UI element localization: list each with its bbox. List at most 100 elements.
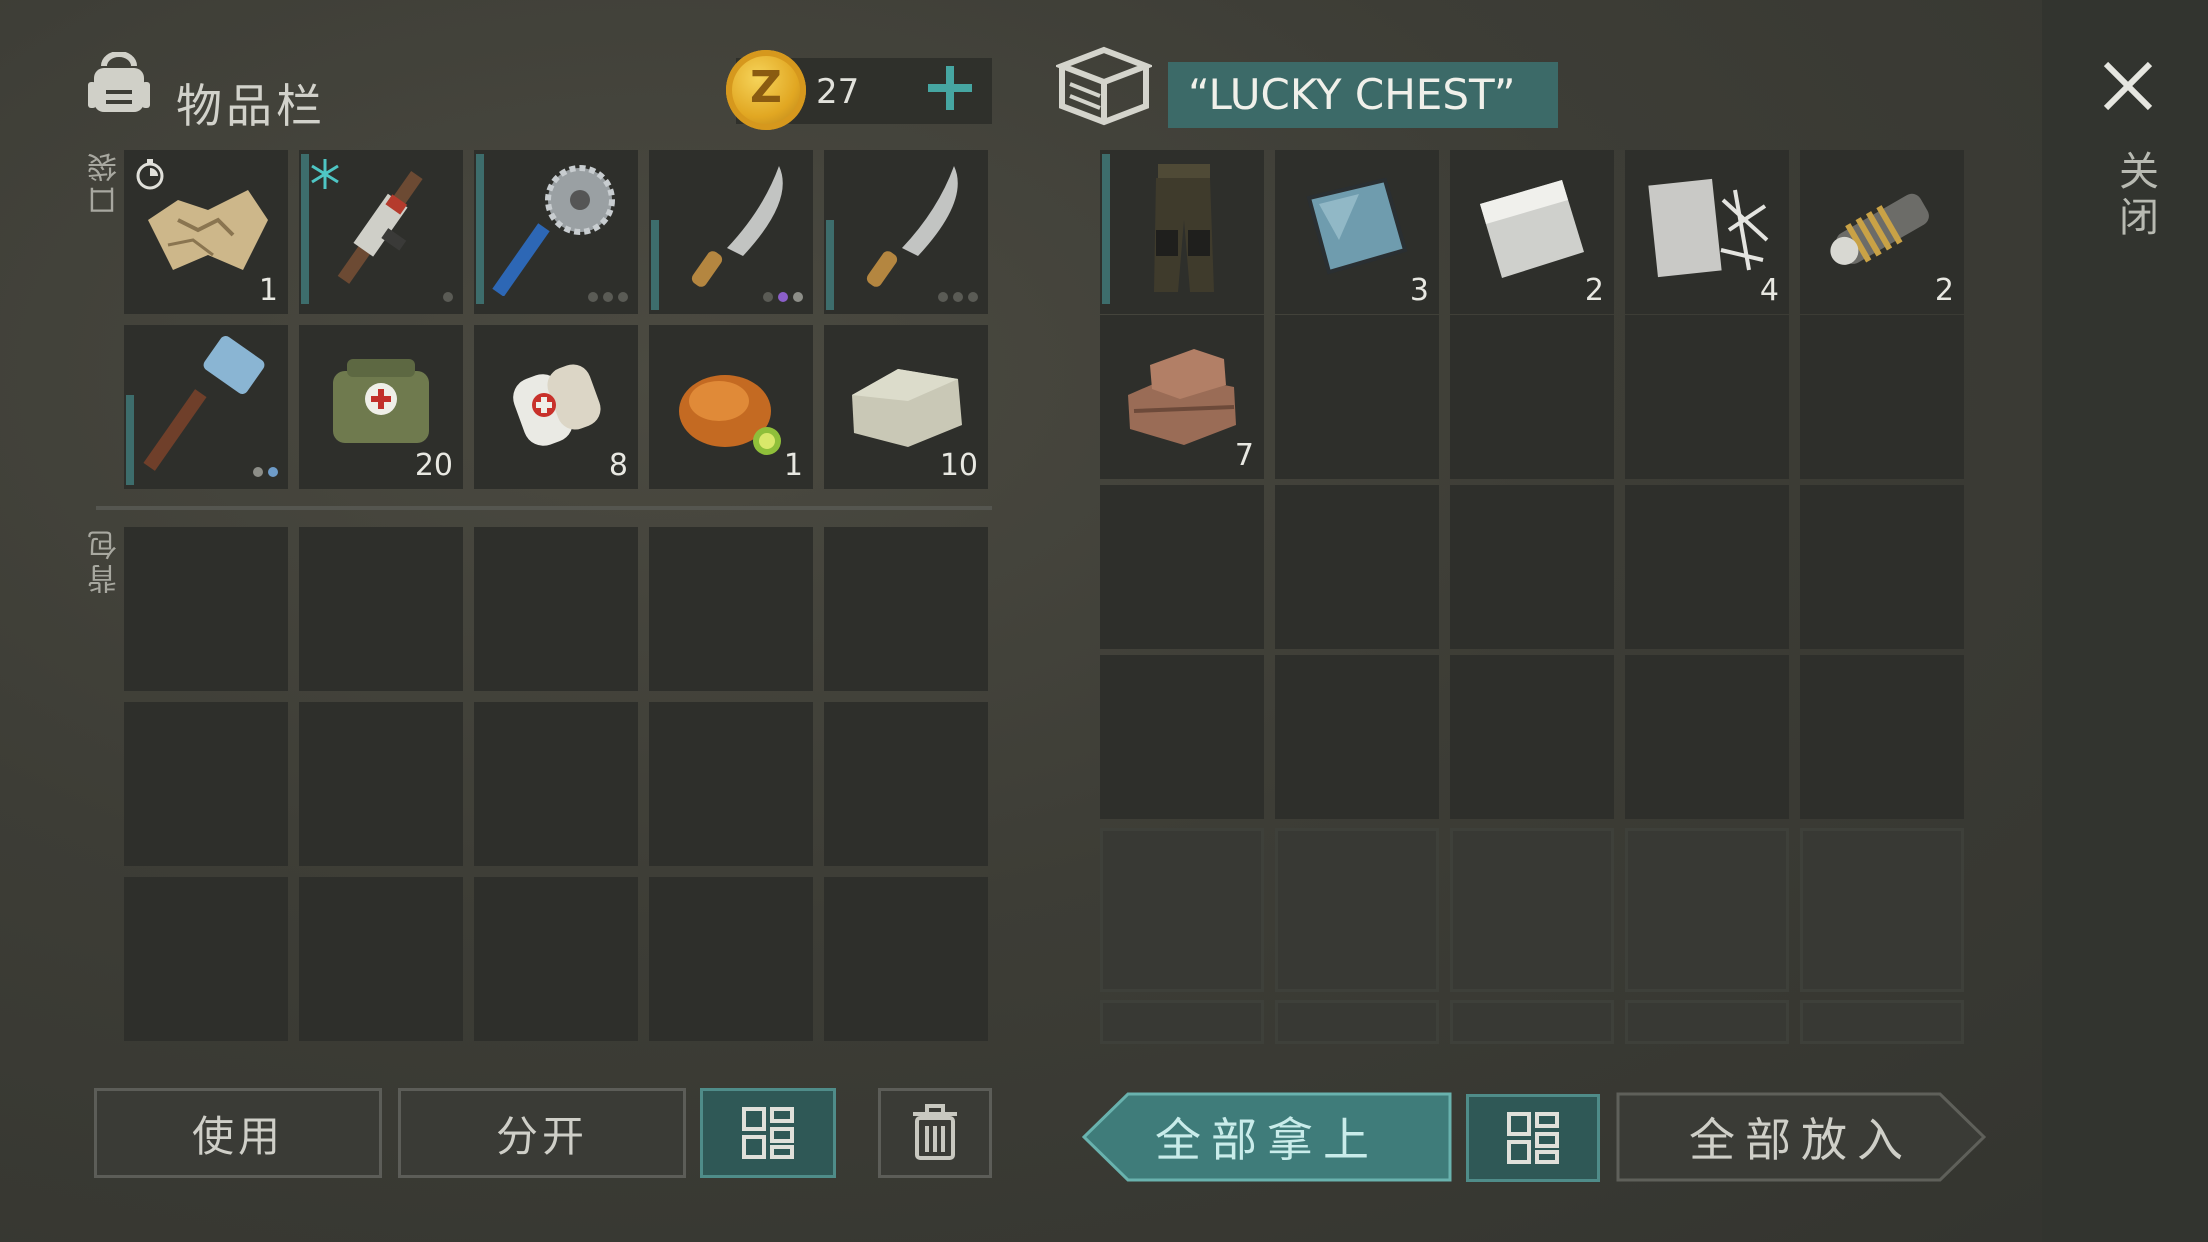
metal-plate-item[interactable]: 2 (1450, 150, 1614, 314)
backpack-slot[interactable] (824, 877, 988, 1041)
saw-axe-icon (492, 165, 615, 296)
locked-chest-slot (1275, 1000, 1439, 1044)
upgrade-dots (763, 292, 803, 302)
item-quantity: 2 (1934, 273, 1954, 308)
chest-slot[interactable] (1450, 315, 1614, 479)
upgrade-dots (443, 292, 453, 302)
item-quantity: 1 (258, 273, 278, 308)
take-all-button[interactable]: 全部拿上 (1081, 1092, 1452, 1182)
glass-item[interactable]: 3 (1275, 150, 1439, 314)
chest-slot[interactable] (1450, 655, 1614, 819)
close-label[interactable]: 关闭 (2106, 150, 2164, 242)
fabric-item[interactable]: 4 (1625, 150, 1789, 314)
chest-slot[interactable] (1100, 655, 1264, 819)
add-coins-plus-icon[interactable] (922, 60, 978, 116)
sort-grid-icon (742, 1107, 794, 1159)
rifle-icon (337, 170, 423, 284)
rifle-item[interactable] (299, 150, 463, 314)
backpack-slot[interactable] (474, 877, 638, 1041)
chest-slot[interactable] (1275, 315, 1439, 479)
coin-count: 27 (816, 72, 860, 112)
bandage-icon (513, 364, 601, 446)
item-quantity: 3 (1409, 273, 1429, 308)
backpack-slot[interactable] (474, 702, 638, 866)
pants-item[interactable] (1100, 150, 1264, 314)
locked-chest-slot (1625, 828, 1789, 992)
metal-plate-icon (1480, 180, 1584, 278)
machete-item-1[interactable] (649, 150, 813, 314)
map-item[interactable]: 1 (124, 150, 288, 314)
hammer-icon (143, 336, 265, 471)
roast-chicken-item[interactable]: 1 (649, 325, 813, 489)
sort-inventory-button[interactable] (700, 1088, 836, 1178)
backpack-slot[interactable] (299, 877, 463, 1041)
item-quantity: 2 (1584, 273, 1604, 308)
backpack-slot[interactable] (649, 877, 813, 1041)
glass-sheet-icon (1306, 177, 1408, 275)
bricks-item[interactable]: 7 (1100, 315, 1264, 479)
locked-chest-slot (1625, 1000, 1789, 1044)
spring-icon (1830, 193, 1929, 265)
inventory-title: 物品栏 (176, 79, 326, 133)
backpack-slot[interactable] (124, 527, 288, 691)
spring-item[interactable]: 2 (1800, 150, 1964, 314)
locked-chest-slot (1275, 828, 1439, 992)
stone-item[interactable]: 10 (824, 325, 988, 489)
chest-slot[interactable] (1625, 655, 1789, 819)
backpack-slot[interactable] (649, 527, 813, 691)
chest-slot[interactable] (1625, 485, 1789, 649)
bricks-icon (1128, 349, 1236, 445)
locked-chest-slot (1800, 828, 1964, 992)
trash-icon (913, 1104, 957, 1160)
saw-axe-item[interactable] (474, 150, 638, 314)
backpack-slot[interactable] (474, 527, 638, 691)
backpack-slot[interactable] (824, 702, 988, 866)
locked-chest-slot (1800, 1000, 1964, 1044)
backpack-slot[interactable] (824, 527, 988, 691)
machete-icon (691, 166, 783, 287)
pockets-divider (96, 506, 992, 510)
chest-name-field[interactable]: “LUCKY CHEST” (1168, 62, 1558, 128)
durability-bar (476, 154, 484, 304)
durability-bar (1102, 154, 1110, 304)
sort-grid-icon (1507, 1112, 1559, 1164)
medkit-item[interactable]: 20 (299, 325, 463, 489)
fabric-icon (1648, 178, 1769, 278)
chest-slot[interactable] (1800, 485, 1964, 649)
backpack-slot[interactable] (299, 702, 463, 866)
chest-slot[interactable] (1800, 315, 1964, 479)
split-button[interactable]: 分开 (398, 1088, 686, 1178)
backpack-slot[interactable] (124, 877, 288, 1041)
map-icon (148, 190, 268, 270)
backpack-slot[interactable] (299, 527, 463, 691)
locked-chest-slot (1100, 1000, 1264, 1044)
chest-slot[interactable] (1275, 655, 1439, 819)
sort-chest-button[interactable] (1466, 1094, 1600, 1182)
chest-slot[interactable] (1450, 485, 1614, 649)
durability-bar (826, 220, 834, 310)
item-quantity: 8 (608, 448, 628, 483)
chest-slot[interactable] (1800, 655, 1964, 819)
delete-button[interactable] (878, 1088, 992, 1178)
durability-bar (126, 395, 134, 485)
hammer-item[interactable] (124, 325, 288, 489)
item-quantity: 10 (939, 448, 978, 483)
chest-slot[interactable] (1100, 485, 1264, 649)
item-quantity: 7 (1234, 438, 1254, 473)
backpack-slot[interactable] (649, 702, 813, 866)
chest-slot[interactable] (1275, 485, 1439, 649)
put-all-label: 全部放入 (1689, 1113, 1913, 1167)
backpack-icon (88, 52, 150, 112)
bandage-item[interactable]: 8 (474, 325, 638, 489)
pants-icon (1154, 164, 1214, 292)
machete-item-2[interactable] (824, 150, 988, 314)
locked-chest-slot (1100, 828, 1264, 992)
locked-chest-slot (1450, 828, 1614, 992)
put-all-button[interactable]: 全部放入 (1616, 1092, 1987, 1182)
take-all-label: 全部拿上 (1155, 1113, 1379, 1167)
chest-slot[interactable] (1625, 315, 1789, 479)
backpack-slot[interactable] (124, 702, 288, 866)
use-button[interactable]: 使用 (94, 1088, 382, 1178)
roast-chicken-icon (679, 375, 781, 455)
close-icon[interactable] (2100, 58, 2156, 114)
